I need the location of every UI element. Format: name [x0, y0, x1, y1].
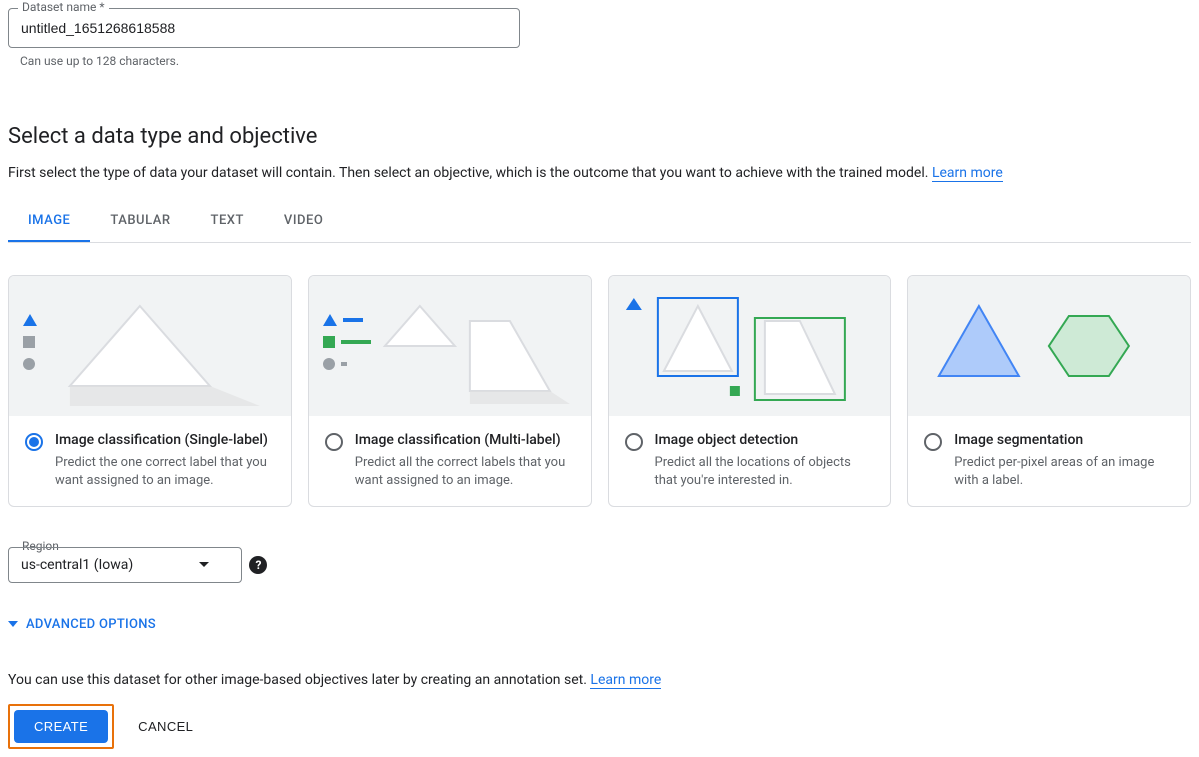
dataset-name-input[interactable]: [8, 8, 520, 48]
card-segmentation[interactable]: Image segmentation Predict per-pixel are…: [907, 275, 1191, 507]
action-buttons: CREATE CANCEL: [8, 704, 1191, 749]
card-title: Image segmentation: [954, 432, 1174, 448]
advanced-options-toggle[interactable]: ADVANCED OPTIONS: [8, 617, 156, 632]
square-icon: [23, 336, 35, 348]
triangle-icon: [323, 314, 337, 326]
create-button-highlight: CREATE: [8, 704, 114, 749]
radio-segmentation[interactable]: [924, 433, 942, 451]
card-title: Image classification (Single-label): [55, 432, 275, 448]
data-type-tabs: IMAGE TABULAR TEXT VIDEO: [8, 201, 1191, 243]
region-value: us-central1 (Iowa): [21, 557, 133, 573]
line-icon: [343, 318, 363, 322]
circle-icon: [23, 358, 35, 370]
legend: [323, 314, 371, 370]
circle-icon: [323, 358, 335, 370]
card-single-label[interactable]: Image classification (Single-label) Pred…: [8, 275, 292, 507]
footer-note-text: You can use this dataset for other image…: [8, 672, 587, 688]
card-desc: Predict all the correct labels that you …: [355, 454, 575, 490]
tab-tabular[interactable]: TABULAR: [90, 201, 190, 242]
footer-note: You can use this dataset for other image…: [8, 672, 1191, 688]
dataset-name-label: Dataset name *: [18, 0, 109, 14]
legend: [23, 314, 37, 370]
card-illustration: [609, 276, 891, 416]
region-select[interactable]: us-central1 (Iowa): [8, 547, 242, 583]
card-desc: Predict the one correct label that you w…: [55, 454, 275, 490]
card-desc: Predict per-pixel areas of an image with…: [954, 454, 1174, 490]
card-illustration: [9, 276, 291, 416]
advanced-options-label: ADVANCED OPTIONS: [26, 617, 156, 632]
section-desc: First select the type of data your datas…: [8, 165, 1191, 181]
chevron-down-icon: [199, 562, 209, 567]
square-icon: [323, 336, 335, 348]
radio-object-detection[interactable]: [625, 433, 643, 451]
card-title: Image object detection: [655, 432, 875, 448]
card-object-detection[interactable]: Image object detection Predict all the l…: [608, 275, 892, 507]
dataset-name-field: Dataset name *: [8, 8, 520, 48]
card-illustration: [309, 276, 591, 416]
chevron-down-icon: [8, 621, 18, 627]
footer-learn-more-link[interactable]: Learn more: [590, 672, 661, 689]
section-desc-text: First select the type of data your datas…: [8, 165, 928, 181]
radio-single-label[interactable]: [25, 433, 43, 451]
card-desc: Predict all the locations of objects tha…: [655, 454, 875, 490]
triangle-icon: [23, 314, 37, 326]
dataset-name-helper: Can use up to 128 characters.: [20, 54, 1191, 68]
card-title: Image classification (Multi-label): [355, 432, 575, 448]
help-icon[interactable]: ?: [249, 556, 267, 574]
card-multi-label[interactable]: Image classification (Multi-label) Predi…: [308, 275, 592, 507]
line-icon: [341, 362, 347, 366]
radio-multi-label[interactable]: [325, 433, 343, 451]
section-title: Select a data type and objective: [8, 124, 1191, 149]
card-illustration: [908, 276, 1190, 416]
learn-more-link[interactable]: Learn more: [932, 165, 1003, 182]
line-icon: [341, 340, 371, 344]
tab-image[interactable]: IMAGE: [8, 201, 90, 242]
objective-cards: Image classification (Single-label) Pred…: [8, 275, 1191, 507]
tab-video[interactable]: VIDEO: [264, 201, 343, 242]
region-row: Region us-central1 (Iowa) ?: [8, 547, 1191, 583]
create-button[interactable]: CREATE: [14, 710, 108, 743]
tab-text[interactable]: TEXT: [191, 201, 264, 242]
cancel-button[interactable]: CANCEL: [128, 710, 203, 743]
